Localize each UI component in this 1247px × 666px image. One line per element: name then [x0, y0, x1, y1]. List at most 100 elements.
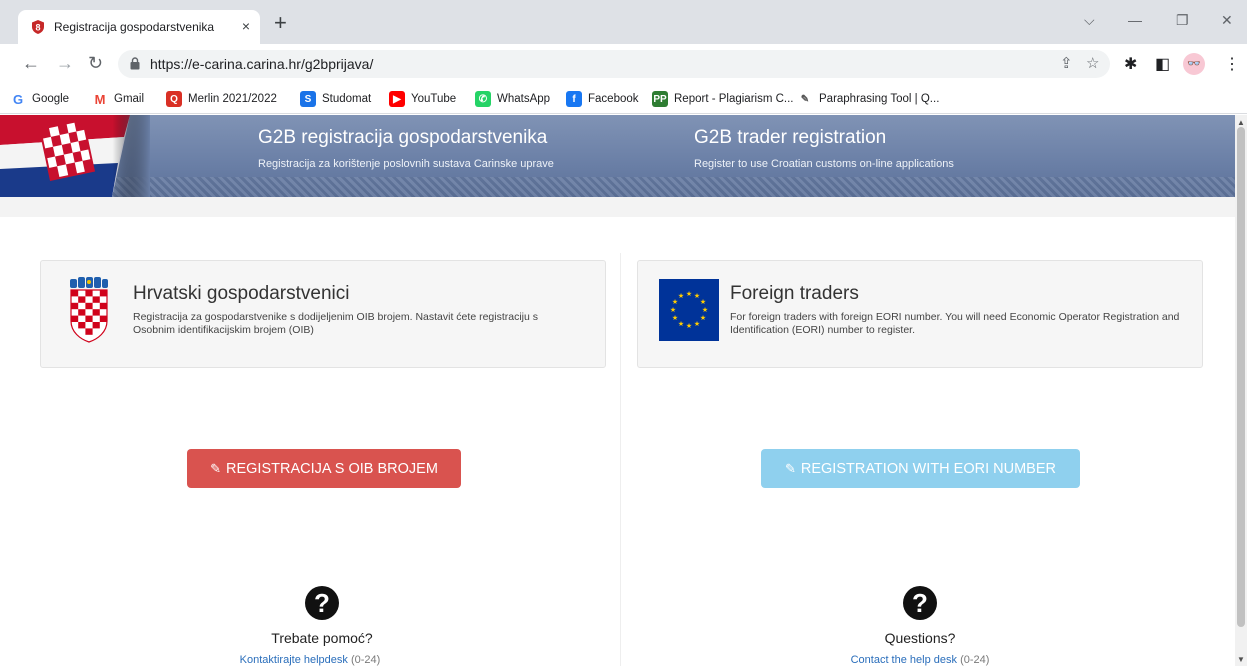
svg-text:★: ★	[678, 320, 684, 328]
gmail-icon: M	[94, 91, 106, 107]
facebook-icon: f	[566, 91, 582, 107]
bookmark-label: Report - Plagiarism C...	[674, 93, 794, 105]
bookmark-whatsapp[interactable]: ✆ WhatsApp	[475, 90, 550, 108]
register-oib-label: REGISTRACIJA S OIB BROJEM	[226, 461, 438, 477]
helpdesk-hours-en: (0-24)	[960, 654, 990, 666]
scroll-down-icon[interactable]: ▼	[1237, 655, 1245, 664]
browser-toolbar: ← → ↻ https://e-carina.carina.hr/g2bprij…	[0, 44, 1247, 84]
svg-text:★: ★	[670, 306, 676, 314]
help-title-en: Questions?	[884, 630, 956, 646]
foreign-card-text: For foreign traders with foreign EORI nu…	[730, 311, 1180, 336]
svg-text:★: ★	[700, 314, 706, 322]
reload-icon[interactable]: ↻	[88, 53, 103, 74]
bookmark-label: WhatsApp	[497, 93, 551, 105]
minimize-icon[interactable]: —	[1128, 12, 1142, 28]
bookmark-youtube[interactable]: ▶ YouTube	[389, 90, 456, 108]
bookmark-label: Studomat	[322, 93, 372, 105]
helpdesk-link-hr[interactable]: Kontaktirajte helpdesk	[240, 654, 348, 666]
banner-title-en: G2B trader registration	[694, 127, 887, 148]
shield-icon: 8	[32, 20, 44, 34]
bookmark-label: Paraphrasing Tool | Q...	[819, 93, 940, 105]
banner-title-hr: G2B registracija gospodarstvenika	[258, 127, 548, 148]
bookmark-merlin[interactable]: Q Merlin 2021/2022	[166, 90, 277, 108]
croatian-flag-image	[0, 115, 150, 197]
scroll-up-icon[interactable]: ▲	[1237, 118, 1245, 127]
croatian-card-title: Hrvatski gospodarstvenici	[133, 283, 350, 304]
svg-text:★: ★	[694, 320, 700, 328]
svg-text:★: ★	[686, 322, 692, 330]
profile-avatar[interactable]: 👓	[1183, 53, 1205, 75]
studomat-icon: S	[300, 91, 316, 107]
banner-pattern	[0, 177, 1235, 197]
croatian-coat-of-arms-icon	[70, 277, 108, 343]
croatian-card-text: Registracija za gospodarstvenike s dodij…	[133, 311, 539, 336]
bookmark-label: Google	[32, 93, 70, 105]
page-viewport: G2B registracija gospodarstvenika Regist…	[0, 115, 1235, 666]
share-icon[interactable]: ⇪	[1060, 54, 1073, 72]
extensions-icon[interactable]: ✱	[1124, 54, 1137, 74]
bookmark-plagiarism[interactable]: PP Report - Plagiarism C...	[652, 90, 794, 108]
address-bar[interactable]: https://e-carina.carina.hr/g2bprijava/ ⇪…	[118, 50, 1110, 78]
svg-text:★: ★	[678, 292, 684, 300]
edit-icon: ✎	[784, 461, 796, 476]
eu-flag-icon: ★ ★★ ★★★ ★★★ ★★★	[659, 279, 719, 341]
croatian-traders-card: Hrvatski gospodarstvenici Registracija z…	[40, 260, 606, 368]
banner-subtitle-en: Register to use Croatian customs on-line…	[694, 158, 954, 170]
question-circle-icon: ?	[305, 586, 339, 620]
scroll-thumb[interactable]	[1237, 127, 1245, 627]
bookmarks-bar: G Google M Gmail Q Merlin 2021/2022 S Studomat ▶…	[0, 84, 1247, 114]
foreign-card-title: Foreign traders	[730, 283, 859, 304]
bookmark-quill[interactable]: ✎ Paraphrasing Tool | Q...	[797, 90, 939, 108]
bookmark-label: Facebook	[588, 93, 639, 105]
bookmark-gmail[interactable]: M Gmail	[92, 90, 144, 108]
banner-subtitle-hr: Registracija za korištenje poslovnih sus…	[258, 158, 554, 170]
url-text: https://e-carina.carina.hr/g2bprijava/	[150, 56, 374, 72]
bookmark-star-icon[interactable]: ☆	[1086, 54, 1099, 72]
merlin-icon: Q	[166, 91, 182, 107]
svg-text:8: 8	[35, 23, 40, 33]
question-circle-icon: ?	[903, 586, 937, 620]
helpdesk-link-en[interactable]: Contact the help desk	[851, 654, 957, 666]
tab-search-icon[interactable]: ⌵	[1084, 12, 1095, 29]
back-icon[interactable]: ←	[22, 53, 40, 74]
register-oib-button[interactable]: ✎ REGISTRACIJA S OIB BROJEM	[187, 449, 461, 488]
browser-tab[interactable]: 8 Registracija gospodarstvenika ×	[18, 10, 260, 44]
helpdesk-hours-hr: (0-24)	[350, 654, 381, 666]
whatsapp-icon: ✆	[475, 91, 491, 107]
side-panel-icon[interactable]: ◧	[1155, 54, 1170, 74]
column-divider	[620, 253, 621, 666]
bookmark-label: Merlin 2021/2022	[188, 93, 277, 105]
svg-text:★: ★	[672, 314, 678, 322]
helpdesk-line-hr: Kontaktirajte helpdesk (0-24)	[180, 654, 440, 666]
forward-icon[interactable]: →	[56, 53, 74, 74]
svg-text:★: ★	[702, 306, 708, 314]
bookmark-google[interactable]: G Google	[10, 90, 69, 108]
helpdesk-line-en: Contact the help desk (0-24)	[790, 654, 1050, 666]
youtube-icon: ▶	[389, 91, 405, 107]
plagiarism-icon: PP	[652, 91, 668, 107]
bookmark-studomat[interactable]: S Studomat	[300, 90, 371, 108]
help-title-hr: Trebate pomoć?	[271, 630, 373, 646]
svg-text:★: ★	[700, 298, 706, 306]
edit-icon: ✎	[210, 461, 221, 476]
tab-strip: 8 Registracija gospodarstvenika × + ⌵ — …	[0, 0, 1247, 44]
google-icon: G	[12, 91, 24, 107]
new-tab-button[interactable]: +	[274, 12, 287, 34]
foreign-traders-card: ★ ★ ★ ★ ★ ★ ★ ★ ★ ★ ★ ★ Foreign traders For fore…	[637, 260, 1203, 368]
close-tab-icon[interactable]: ×	[242, 18, 250, 34]
restore-icon[interactable]: ❐	[1176, 12, 1189, 29]
svg-text:★: ★	[686, 290, 692, 298]
close-window-icon[interactable]: ✕	[1221, 12, 1233, 29]
register-eori-button[interactable]: ✎ REGISTRATION WITH EORI NUMBER	[761, 449, 1080, 488]
header-banner: G2B registracija gospodarstvenika Regist…	[0, 115, 1235, 197]
register-eori-label: REGISTRATION WITH EORI NUMBER	[800, 461, 1056, 477]
menu-kebab-icon[interactable]: ⋮	[1224, 54, 1240, 74]
lock-icon	[130, 57, 140, 70]
quill-icon: ✎	[797, 91, 813, 107]
bookmark-facebook[interactable]: f Facebook	[566, 90, 639, 108]
bookmark-label: YouTube	[411, 93, 457, 105]
vertical-scrollbar[interactable]: ▲ ▼	[1235, 115, 1247, 666]
tab-title: Registracija gospodarstvenika	[54, 20, 215, 34]
banner-spacer	[0, 197, 1235, 217]
bookmark-label: Gmail	[114, 93, 145, 105]
